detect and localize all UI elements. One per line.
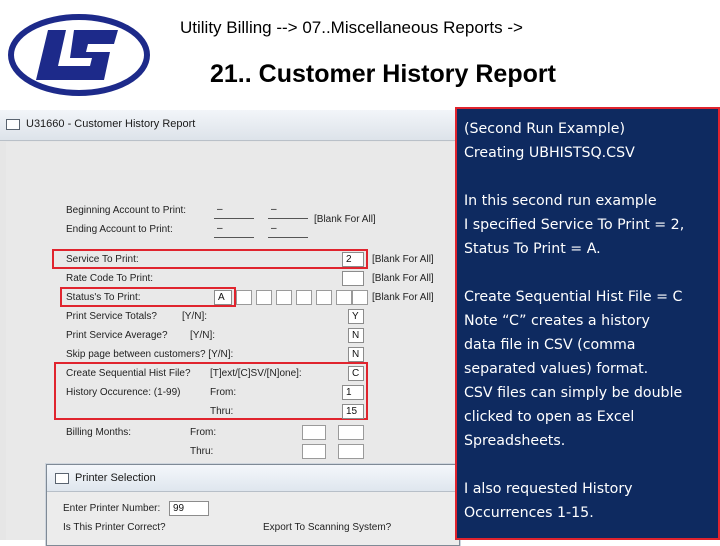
printer-selection-dialog: Printer Selection Enter Printer Number: … xyxy=(46,464,460,546)
note-line: Spreadsheets. xyxy=(464,433,566,449)
dialog-icon xyxy=(55,473,69,484)
beginning-account-field-1[interactable]: – xyxy=(214,203,254,218)
slide-title: 21.. Customer History Report xyxy=(210,60,556,88)
note-paragraph-1: (Second Run Example) Creating UBHISTSQ.C… xyxy=(464,117,712,165)
status-field-2[interactable] xyxy=(236,290,252,305)
billing-from-label: From: xyxy=(190,427,217,438)
print-totals-field[interactable]: Y xyxy=(348,309,364,324)
seq-file-hint: [T]ext/[C]SV/[N]one]: xyxy=(210,368,302,379)
history-from-field[interactable]: 1 xyxy=(342,385,364,400)
printer-number-field[interactable]: 99 xyxy=(169,501,209,516)
billing-thru-field-2[interactable] xyxy=(338,444,364,459)
skip-page-field[interactable]: N xyxy=(348,347,364,362)
printer-dialog-title: Printer Selection xyxy=(75,472,156,484)
history-label: History Occurence: (1-99) xyxy=(66,387,181,398)
status-label: Status's To Print: xyxy=(66,292,141,303)
window-title: U31660 - Customer History Report xyxy=(26,118,196,130)
status-field-3[interactable] xyxy=(256,290,272,305)
billing-thru-label: Thru: xyxy=(190,446,214,457)
status-field-7[interactable] xyxy=(336,290,352,305)
ending-account-label: Ending Account to Print: xyxy=(66,224,173,235)
company-logo xyxy=(8,14,150,96)
note-line: CSV files can simply be double xyxy=(464,385,683,401)
note-paragraph-4: I also requested History Occurrences 1-1… xyxy=(464,477,712,525)
billing-thru-field-1[interactable] xyxy=(302,444,326,459)
print-average-label: Print Service Average? xyxy=(66,330,168,341)
billing-months-label: Billing Months: xyxy=(66,427,132,438)
ending-account-field-2[interactable]: – xyxy=(268,222,308,237)
note-paragraph-3: Create Sequential Hist File = C Note “C”… xyxy=(464,285,712,453)
rate-code-label: Rate Code To Print: xyxy=(66,273,154,284)
export-scanning-label: Export To Scanning System? xyxy=(263,522,392,533)
status-field-1[interactable]: A xyxy=(214,290,232,305)
note-line: In this second run example xyxy=(464,193,657,209)
note-line: Occurrences 1-15. xyxy=(464,505,594,521)
note-line: (Second Run Example) xyxy=(464,121,626,137)
history-thru-field[interactable]: 15 xyxy=(342,404,364,419)
status-field-8[interactable] xyxy=(352,290,368,305)
service-field[interactable]: 2 xyxy=(342,252,364,267)
history-thru-label: Thru: xyxy=(210,406,234,417)
note-line: Status To Print = A. xyxy=(464,241,601,257)
billing-from-field-1[interactable] xyxy=(302,425,326,440)
beginning-account-label: Beginning Account to Print: xyxy=(66,205,187,216)
history-from-label: From: xyxy=(210,387,237,398)
note-line: Create Sequential Hist File = C xyxy=(464,289,683,305)
rate-code-note: [Blank For All] xyxy=(372,273,434,284)
note-line: data file in CSV (comma xyxy=(464,337,636,353)
rate-code-field[interactable] xyxy=(342,271,364,286)
skip-page-label: Skip page between customers? [Y/N]: xyxy=(66,349,234,360)
printer-correct-label: Is This Printer Correct? xyxy=(63,522,166,533)
note-paragraph-2: In this second run example I specified S… xyxy=(464,189,712,261)
status-field-4[interactable] xyxy=(276,290,292,305)
print-totals-label: Print Service Totals? xyxy=(66,311,157,322)
print-totals-hint: [Y/N]: xyxy=(182,311,208,322)
status-field-6[interactable] xyxy=(316,290,332,305)
note-line: Note “C” creates a history xyxy=(464,313,650,329)
window-icon xyxy=(6,119,20,130)
service-note: [Blank For All] xyxy=(372,254,434,265)
note-line: Creating UBHISTSQ.CSV xyxy=(464,145,635,161)
slide-subtitle: Utility Billing --> 07..Miscellaneous Re… xyxy=(180,18,523,37)
note-line: clicked to open as Excel xyxy=(464,409,635,425)
note-line: I specified Service To Print = 2, xyxy=(464,217,685,233)
status-field-5[interactable] xyxy=(296,290,312,305)
seq-file-label: Create Sequential Hist File? xyxy=(66,368,191,379)
annotation-panel: (Second Run Example) Creating UBHISTSQ.C… xyxy=(455,107,720,540)
ending-account-field-1[interactable]: – xyxy=(214,222,254,237)
note-line: I also requested History xyxy=(464,481,633,497)
beginning-account-field-2[interactable]: – xyxy=(268,203,308,218)
printer-number-label: Enter Printer Number: xyxy=(63,503,161,514)
print-average-field[interactable]: N xyxy=(348,328,364,343)
print-average-hint: [Y/N]: xyxy=(190,330,216,341)
billing-from-field-2[interactable] xyxy=(338,425,364,440)
account-blank-note: [Blank For All] xyxy=(314,214,376,225)
seq-file-field[interactable]: C xyxy=(348,366,364,381)
status-note: [Blank For All] xyxy=(372,292,434,303)
note-line: separated values) format. xyxy=(464,361,649,377)
window-titlebar: U31660 - Customer History Report xyxy=(0,110,458,141)
printer-dialog-titlebar: Printer Selection xyxy=(47,465,459,492)
service-label: Service To Print: xyxy=(66,254,139,265)
